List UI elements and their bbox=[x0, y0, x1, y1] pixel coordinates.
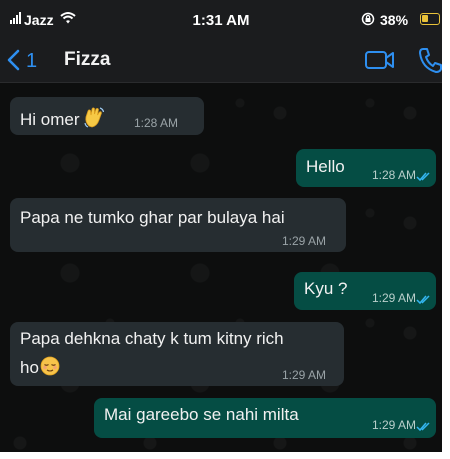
message-bubble-incoming[interactable]: Papa ne tumko ghar par bulaya hai 1:29 A… bbox=[10, 198, 346, 252]
message-bubble-incoming[interactable]: Papa dehkna chaty k tum kitny rich ho 1:… bbox=[10, 322, 344, 386]
waving-hand-emoji-icon bbox=[83, 106, 105, 133]
message-text: Kyu ? bbox=[304, 279, 348, 298]
video-call-button[interactable] bbox=[364, 48, 396, 77]
message-text: Hello bbox=[306, 157, 345, 176]
message-text: Hi omer bbox=[20, 110, 80, 129]
message-text-line2: ho bbox=[20, 358, 39, 377]
phone-icon bbox=[419, 48, 442, 73]
phone-screen: Jazz 1:31 AM 38% 1 Fizza Hi omer 1:28 AM… bbox=[0, 0, 442, 452]
status-time: 1:31 AM bbox=[192, 12, 250, 29]
voice-call-button[interactable] bbox=[418, 46, 442, 79]
orientation-lock-icon bbox=[361, 12, 375, 31]
battery-percent: 38% bbox=[380, 12, 409, 28]
read-ticks-icon bbox=[416, 292, 432, 310]
video-camera-icon bbox=[365, 51, 394, 69]
relieved-face-emoji-icon bbox=[40, 356, 60, 381]
chevron-left-icon bbox=[7, 49, 20, 71]
message-time: 1:28 AM bbox=[134, 116, 179, 130]
battery-icon bbox=[420, 13, 440, 25]
message-bubble-outgoing[interactable]: Hello 1:28 AM bbox=[296, 149, 436, 187]
message-bubble-outgoing[interactable]: Mai gareebo se nahi milta 1:29 AM bbox=[94, 398, 436, 438]
message-text-line1: Papa dehkna chaty k tum kitny rich bbox=[20, 329, 284, 348]
message-time: 1:29 AM bbox=[372, 418, 417, 432]
message-time: 1:28 AM bbox=[372, 168, 417, 182]
message-time: 1:29 AM bbox=[282, 368, 327, 382]
contact-name[interactable]: Fizza bbox=[64, 49, 110, 71]
read-ticks-icon bbox=[416, 169, 432, 187]
chat-header: 1 Fizza bbox=[0, 40, 442, 83]
chat-area[interactable]: Hi omer 1:28 AM Hello 1:28 AM Papa ne tu… bbox=[0, 83, 442, 452]
read-ticks-icon bbox=[416, 419, 432, 437]
message-text: Mai gareebo se nahi milta bbox=[104, 405, 299, 424]
back-button[interactable]: 1 bbox=[4, 46, 44, 76]
status-bar: Jazz 1:31 AM 38% bbox=[0, 0, 442, 40]
message-time: 1:29 AM bbox=[282, 234, 327, 248]
message-time: 1:29 AM bbox=[372, 291, 417, 305]
message-bubble-outgoing[interactable]: Kyu ? 1:29 AM bbox=[294, 272, 436, 310]
message-bubble-incoming[interactable]: Hi omer 1:28 AM bbox=[10, 97, 204, 135]
unread-count: 1 bbox=[26, 50, 38, 72]
message-text: Papa ne tumko ghar par bulaya hai bbox=[20, 208, 285, 227]
